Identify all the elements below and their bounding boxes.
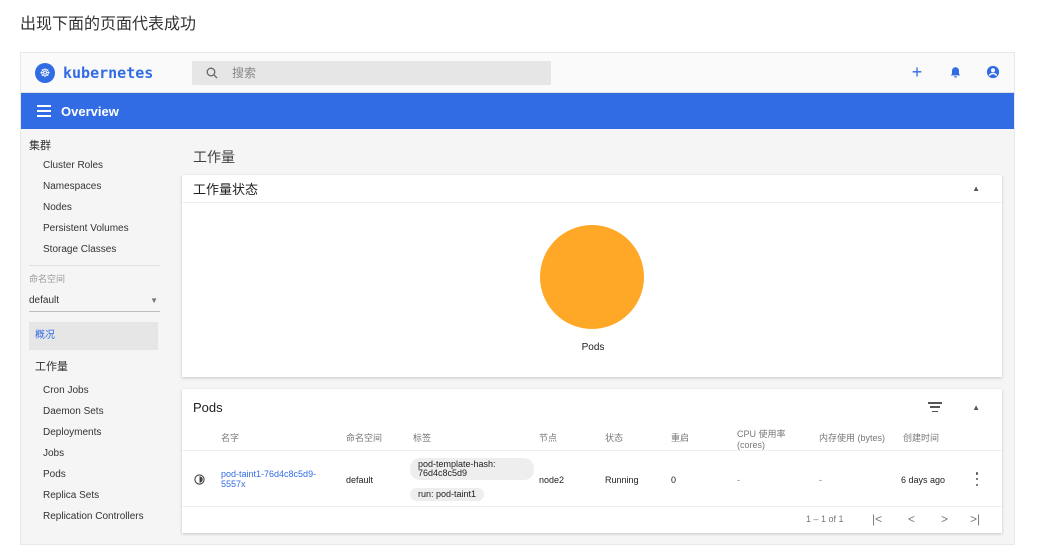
sidebar-heading-workloads[interactable]: 工作量 [21, 354, 168, 380]
column-header-memory: 内存使用 (bytes) [819, 433, 886, 443]
pagination: 1 – 1 of 1 |< < > >| [182, 507, 1002, 533]
search-icon [206, 67, 218, 79]
top-bar: ☸ kubernetes + [21, 53, 1014, 93]
pod-restarts: 0 [671, 475, 677, 485]
sidebar-item-pods[interactable]: Pods [21, 464, 168, 485]
section-header-bar: Overview [21, 93, 1014, 129]
workload-status-card: 工作量状态 ▲ Pods [182, 175, 1002, 377]
hamburger-menu-icon[interactable] [37, 105, 51, 117]
sidebar-item-replica-sets[interactable]: Replica Sets [21, 485, 168, 506]
pagination-range: 1 – 1 of 1 [806, 514, 844, 524]
pods-card: Pods ▲ 名字 命名空间 标签 节点 状态 重启 CPU 使用率 (core… [182, 389, 1002, 533]
collapse-caret-icon[interactable]: ▲ [972, 184, 980, 193]
namespace-value: default [29, 295, 60, 306]
sidebar-item-namespaces[interactable]: Namespaces [21, 176, 168, 197]
pod-cpu: - [737, 475, 740, 485]
sidebar-item-cluster-roles[interactable]: Cluster Roles [21, 155, 168, 176]
page-title: 工作量 [193, 149, 235, 165]
pod-status: Running [605, 475, 639, 485]
account-icon[interactable] [984, 63, 1002, 81]
add-icon[interactable]: + [908, 63, 926, 81]
section-title: Overview [61, 103, 119, 119]
sidebar-item-storage-classes[interactable]: Storage Classes [21, 239, 168, 260]
collapse-caret-icon[interactable]: ▲ [972, 403, 980, 412]
sidebar-item-overview[interactable]: 概况 [29, 322, 158, 350]
pods-card-actions: ▲ [928, 402, 980, 412]
previous-page-icon[interactable]: < [908, 512, 915, 526]
status-pending-icon [194, 474, 205, 485]
sidebar-item-jobs[interactable]: Jobs [21, 443, 168, 464]
column-header-status[interactable]: 状态 [605, 433, 623, 444]
kubernetes-helm-icon: ☸ [35, 63, 55, 83]
pie-slice-pods [540, 225, 644, 329]
column-header-namespace[interactable]: 命名空间 [346, 433, 382, 444]
first-page-icon[interactable]: |< [872, 512, 882, 526]
table-row: pod-taint1-76d4c8c5d9-5557x default pod-… [182, 451, 1002, 507]
filter-icon[interactable] [928, 402, 943, 412]
sidebar-item-replication-controllers[interactable]: Replication Controllers [21, 506, 168, 527]
more-vert-icon[interactable] [975, 472, 979, 486]
pods-table-header: 名字 命名空间 标签 节点 状态 重启 CPU 使用率 (cores) 内存使用… [182, 427, 1002, 451]
pie-label: Pods [581, 342, 605, 353]
column-header-restarts[interactable]: 重启 [671, 433, 689, 444]
sidebar: 集群 Cluster Roles Namespaces Nodes Persis… [21, 129, 168, 544]
pods-card-title: Pods [193, 399, 223, 415]
workload-status-title: 工作量状态 [193, 182, 259, 197]
logo-text: kubernetes [63, 64, 154, 82]
workload-status-header: 工作量状态 ▲ [182, 175, 1002, 203]
column-header-labels: 标签 [413, 433, 432, 443]
label-chip: pod-template-hash: 76d4c8c5d9 [410, 458, 534, 480]
top-actions: + [908, 63, 1002, 81]
namespace-select[interactable]: default ▼ [29, 290, 160, 312]
pod-name-link[interactable]: pod-taint1-76d4c8c5d9-5557x [221, 469, 329, 489]
label-chip: run: pod-taint1 [410, 488, 485, 501]
pods-status-pie [540, 225, 644, 329]
next-page-icon[interactable]: > [941, 512, 948, 526]
namespace-label: 命名空间 [29, 274, 66, 284]
pods-card-header: Pods ▲ [182, 389, 1002, 425]
sidebar-item-cron-jobs[interactable]: Cron Jobs [21, 380, 168, 401]
sidebar-item-persistent-volumes[interactable]: Persistent Volumes [21, 218, 168, 239]
search-input[interactable] [232, 66, 512, 80]
page-caption: 出现下面的页面代表成功 [20, 16, 197, 33]
logo[interactable]: ☸ kubernetes [35, 63, 153, 83]
pod-namespace: default [346, 475, 374, 485]
column-header-name[interactable]: 名字 [221, 433, 239, 444]
pod-node: node2 [539, 475, 565, 485]
pod-memory: - [819, 475, 822, 485]
column-header-cpu: CPU 使用率 (cores) [737, 429, 786, 450]
sidebar-item-nodes[interactable]: Nodes [21, 197, 168, 218]
column-header-node[interactable]: 节点 [539, 433, 557, 444]
search-box[interactable] [192, 61, 551, 85]
notifications-bell-icon[interactable] [946, 63, 964, 81]
last-page-icon[interactable]: >| [970, 512, 980, 526]
dashboard-window: ☸ kubernetes + Overview 集群 Cluster Roles [20, 52, 1015, 545]
sidebar-item-deployments[interactable]: Deployments [21, 422, 168, 443]
pod-created: 6 days ago [901, 475, 946, 485]
column-header-created[interactable]: 创建时间 [903, 433, 939, 444]
sidebar-item-daemon-sets[interactable]: Daemon Sets [21, 401, 168, 422]
sidebar-heading-cluster: 集群 [29, 140, 51, 152]
sidebar-divider [29, 265, 160, 266]
dropdown-arrow-icon: ▼ [150, 296, 158, 305]
